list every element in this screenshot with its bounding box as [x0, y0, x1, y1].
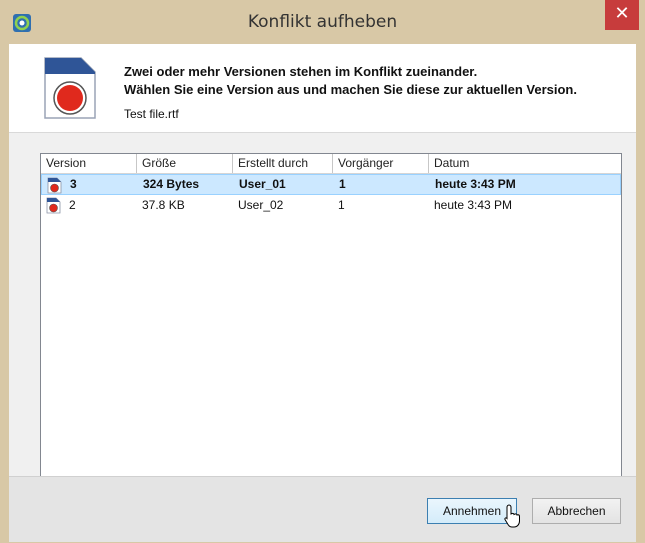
conflict-message-line2: Wählen Sie eine Version aus und machen S… [124, 82, 577, 97]
cell-date: heute 3:43 PM [434, 198, 513, 212]
column-header-date[interactable]: Datum [429, 154, 621, 173]
rtf-document-icon [44, 57, 96, 119]
cell-created-by: User_01 [239, 177, 286, 191]
cell-version: 3 [70, 177, 77, 191]
cell-version: 2 [69, 198, 76, 212]
table-row[interactable]: 3 324 Bytes User_01 1 heute 3:43 PM [41, 174, 621, 195]
dialog-content: Zwei oder mehr Versionen stehen im Konfl… [9, 44, 636, 542]
titlebar: Konflikt aufheben ✕ [0, 0, 645, 44]
mouse-pointer-icon [504, 504, 520, 528]
cell-predecessor: 1 [339, 177, 346, 191]
message-header: Zwei oder mehr Versionen stehen im Konfl… [9, 44, 636, 133]
list-header: Version Größe Erstellt durch Vorgänger D… [41, 154, 621, 174]
table-row[interactable]: 2 37.8 KB User_02 1 heute 3:43 PM [41, 195, 621, 216]
rtf-document-icon [47, 177, 62, 194]
file-name: Test file.rtf [124, 107, 179, 121]
cell-date: heute 3:43 PM [435, 177, 516, 191]
conflict-message-line1: Zwei oder mehr Versionen stehen im Konfl… [124, 64, 478, 79]
column-header-created-by[interactable]: Erstellt durch [233, 154, 333, 173]
window-title: Konflikt aufheben [247, 12, 398, 32]
cancel-button[interactable]: Abbrechen [532, 498, 621, 524]
versions-list[interactable]: Version Größe Erstellt durch Vorgänger D… [40, 153, 622, 499]
column-header-version[interactable]: Version [41, 154, 137, 173]
cell-created-by: User_02 [238, 198, 284, 212]
dialog-window: Konflikt aufheben ✕ Zwei oder mehr Versi… [0, 0, 645, 543]
close-button[interactable]: ✕ [605, 0, 639, 30]
cell-size: 37.8 KB [142, 198, 185, 212]
cell-predecessor: 1 [338, 198, 345, 212]
column-header-size[interactable]: Größe [137, 154, 233, 173]
cell-size: 324 Bytes [143, 177, 200, 191]
rtf-document-icon [46, 197, 61, 214]
column-header-predecessor[interactable]: Vorgänger [333, 154, 429, 173]
